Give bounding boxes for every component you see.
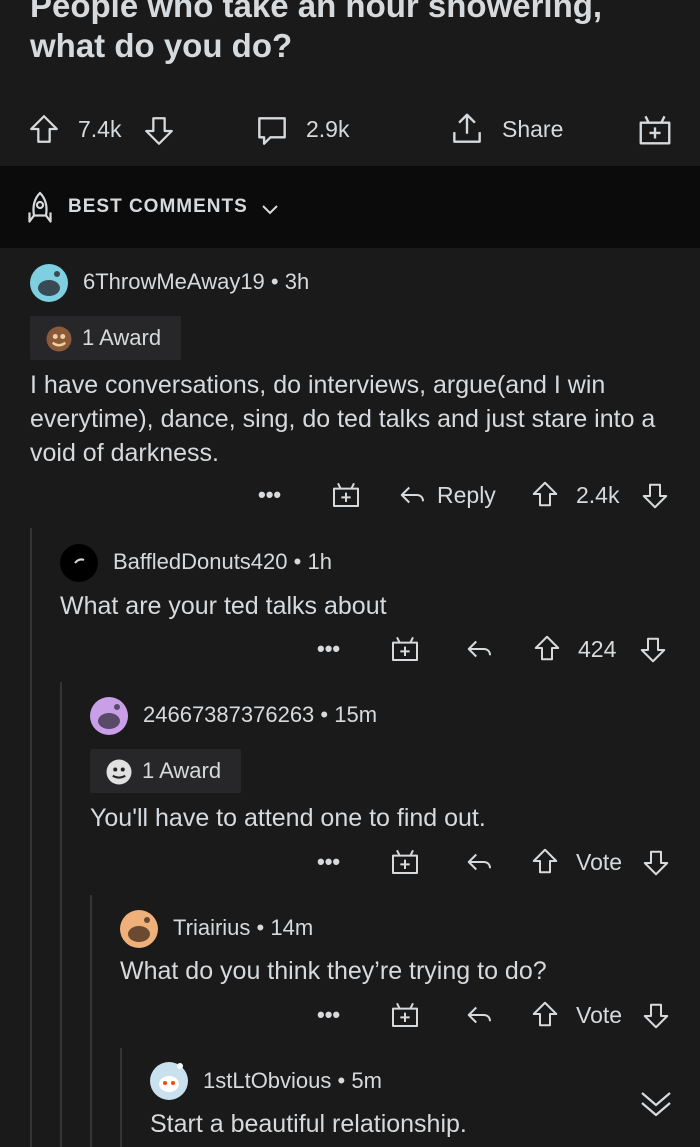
comment-age: 3h <box>284 269 310 294</box>
award-icon <box>104 757 134 787</box>
award-gift-icon[interactable] <box>330 478 362 510</box>
rocket-icon <box>22 190 58 226</box>
award-label: 1 Award <box>82 325 162 350</box>
share-icon[interactable] <box>448 110 486 148</box>
award-gift-icon[interactable] <box>636 110 674 148</box>
award-label: 1 Award <box>142 758 222 783</box>
reply-icon[interactable] <box>398 480 428 510</box>
comment-body: What are your ted talks about <box>60 592 387 620</box>
award-gift-icon[interactable] <box>389 632 421 664</box>
comment-bubble-icon[interactable] <box>253 112 291 150</box>
comment-score: 424 <box>578 636 617 662</box>
more-options-icon[interactable]: ••• <box>317 1002 340 1028</box>
vote-label: Vote <box>576 1002 623 1028</box>
comment-author[interactable]: BaffledDonuts420 <box>113 549 288 574</box>
award-gift-icon[interactable] <box>389 998 421 1030</box>
award-badge[interactable]: 1 Award <box>30 316 181 360</box>
thread-line[interactable] <box>90 895 92 1147</box>
thread-line[interactable] <box>30 528 32 1147</box>
comment-body: You'll have to attend one to find out. <box>90 804 486 832</box>
comment-body: Start a beautiful relationship. <box>150 1110 467 1138</box>
share-label[interactable]: Share <box>502 116 563 143</box>
post-title: People who take an hour showering, what … <box>30 0 603 64</box>
sort-label: BEST COMMENTS <box>68 196 248 217</box>
upvote-icon[interactable] <box>530 999 560 1029</box>
comment-author[interactable]: 6ThrowMeAway19 <box>83 269 265 294</box>
comment-author[interactable]: 1stLtObvious <box>203 1068 331 1093</box>
upvote-icon[interactable] <box>530 479 560 509</box>
comment-body: What do you think they’re trying to do? <box>120 957 547 985</box>
separator-dot: • <box>293 549 308 574</box>
comment-age: 15m <box>334 702 378 727</box>
more-options-icon[interactable]: ••• <box>317 636 340 662</box>
separator-dot: • <box>337 1068 352 1093</box>
comment-score: 2.4k <box>576 482 620 508</box>
comment-age: 5m <box>351 1068 382 1093</box>
award-badge[interactable]: 1 Award <box>90 749 241 793</box>
comment-author[interactable]: Triairius <box>173 915 250 940</box>
separator-dot: • <box>320 702 335 727</box>
downvote-icon[interactable] <box>641 848 671 878</box>
avatar[interactable] <box>120 910 158 948</box>
more-options-icon[interactable]: ••• <box>317 849 340 875</box>
post-upvote-count: 7.4k <box>78 116 122 142</box>
reply-label[interactable]: Reply <box>437 482 496 509</box>
upvote-icon[interactable] <box>532 633 562 663</box>
avatar[interactable] <box>90 697 128 735</box>
comment-body: I have conversations, do interviews, arg… <box>30 371 656 467</box>
avatar[interactable] <box>150 1062 188 1100</box>
thread-line[interactable] <box>120 1048 122 1147</box>
comment-age: 1h <box>307 549 332 574</box>
downvote-icon[interactable] <box>641 1001 671 1031</box>
avatar[interactable] <box>60 544 98 582</box>
reply-icon[interactable] <box>465 634 495 664</box>
upvote-icon[interactable] <box>530 846 560 876</box>
separator-dot: • <box>270 269 285 294</box>
collapse-thread-button[interactable] <box>630 1077 682 1129</box>
downvote-icon[interactable] <box>142 114 176 148</box>
downvote-icon[interactable] <box>638 635 668 665</box>
award-gift-icon[interactable] <box>389 845 421 877</box>
separator-dot: • <box>256 915 271 940</box>
avatar[interactable] <box>30 264 68 302</box>
vote-label: Vote <box>576 849 623 875</box>
thread-line[interactable] <box>60 682 62 1147</box>
chevron-down-icon[interactable] <box>258 198 282 222</box>
post-action-bar: 7.4k 2.9k Share <box>0 100 700 160</box>
more-options-icon[interactable]: ••• <box>258 482 281 508</box>
award-icon <box>44 324 74 354</box>
reply-icon[interactable] <box>465 1000 495 1030</box>
reply-icon[interactable] <box>465 847 495 877</box>
sort-bar[interactable]: BEST COMMENTS <box>0 166 700 248</box>
post-comment-count[interactable]: 2.9k <box>306 116 349 143</box>
upvote-icon[interactable] <box>27 112 61 146</box>
comment-age: 14m <box>270 915 314 940</box>
downvote-icon[interactable] <box>640 481 670 511</box>
comment-author[interactable]: 24667387376263 <box>143 702 314 727</box>
